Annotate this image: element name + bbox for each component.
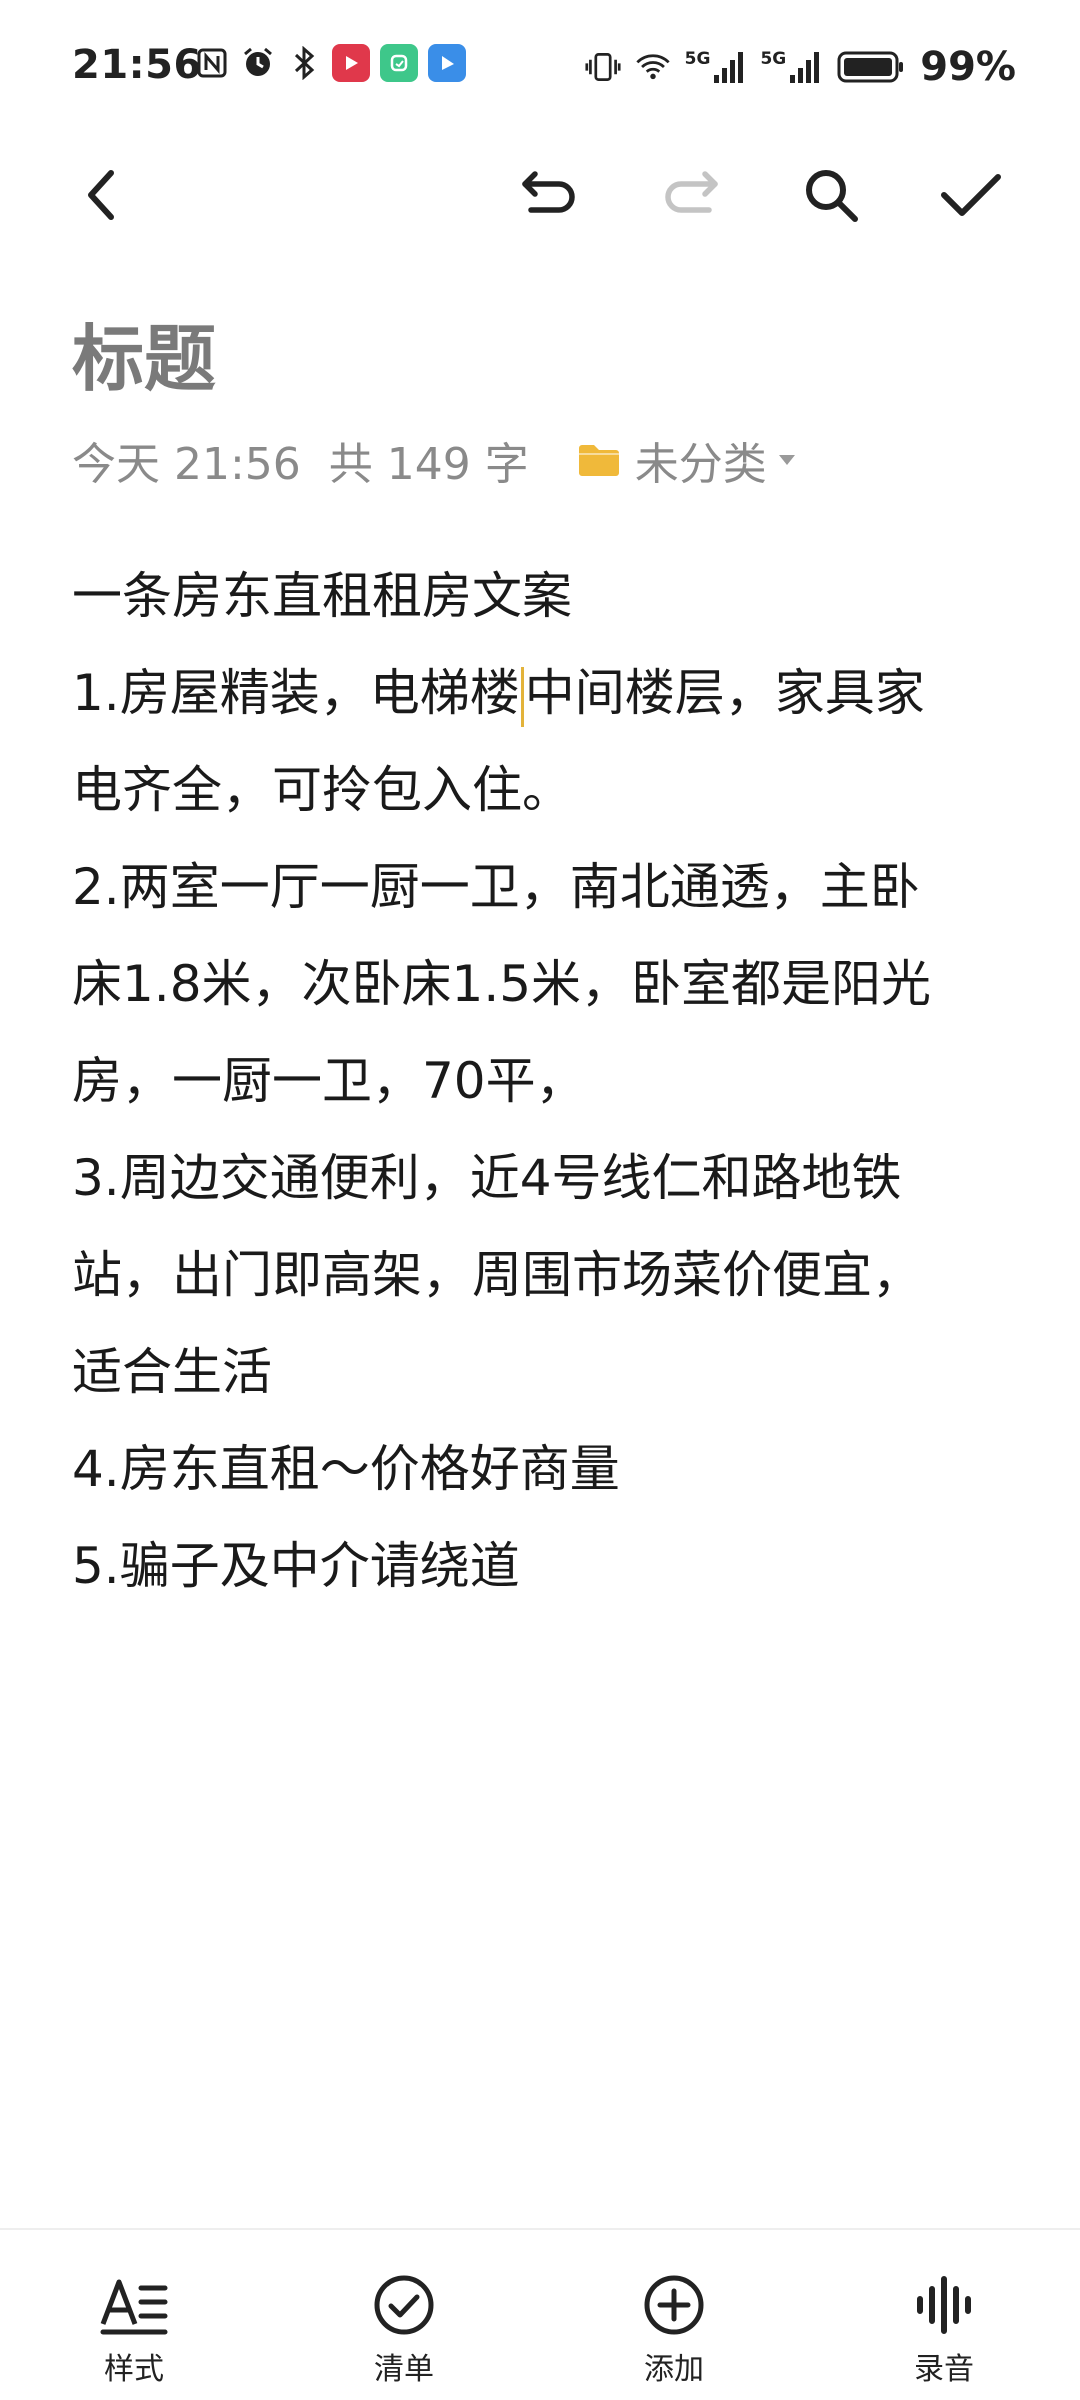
note-line: 5.骗子及中介请绕道 (72, 1537, 520, 1595)
text-style-icon (99, 2270, 169, 2340)
undo-icon (522, 171, 575, 213)
add-label: 添加 (644, 2352, 704, 2387)
back-icon (88, 170, 114, 220)
status-right-icons: 5G 5G 99% (585, 44, 1016, 90)
voice-record-button[interactable]: 录音 (844, 2230, 1044, 2400)
signal-5g-icon: 5G (685, 49, 747, 85)
note-line: 一条房东直租租房文案 (72, 567, 572, 625)
folder-icon (578, 445, 619, 476)
check-icon (941, 174, 1001, 216)
text-cursor (520, 666, 524, 727)
checklist-button[interactable]: 清单 (304, 2230, 504, 2400)
note-line: 房，一厨一卫，70平， (72, 1052, 586, 1110)
note-line: 2.两室一厅一厨一卫，南北通透，主卧 (72, 858, 920, 916)
vibrate-icon (585, 49, 621, 85)
task-app-icon (428, 44, 466, 82)
note-word-count: 共 149 字 (328, 439, 529, 490)
status-left-icons (194, 44, 466, 82)
battery-percentage: 99% (920, 44, 1016, 90)
bluetooth-icon (286, 45, 322, 81)
status-time: 21:56 (72, 42, 202, 88)
bottom-toolbar: 样式 清单 添加 录音 (0, 2228, 1080, 2400)
note-line-segment: 1.房屋精装，电梯楼 (72, 664, 520, 722)
note-meta: 今天 21:56 共 149 字 未分类 (72, 430, 797, 490)
note-title-input[interactable]: 标题 (72, 300, 216, 405)
note-line: 床1.8米，次卧床1.5米，卧室都是阳光 (72, 955, 932, 1013)
editor-toolbar (0, 150, 1080, 240)
note-line: 适合生活 (72, 1343, 272, 1401)
note-body-editor[interactable]: 一条房东直租租房文案 1.房屋精装，电梯楼 中间楼层，家具家 电齐全，可拎包入住。… (72, 548, 1012, 1615)
wifi-icon (635, 49, 671, 85)
mi-home-app-icon (380, 44, 418, 82)
folder-selector[interactable]: 未分类 (577, 428, 797, 492)
done-button[interactable] (926, 150, 1016, 240)
style-button[interactable]: 样式 (34, 2230, 234, 2400)
video-app-icon (332, 44, 370, 82)
alarm-icon (240, 45, 276, 81)
note-line-segment: 中间楼层，家具家 (524, 664, 925, 722)
style-label: 样式 (104, 2352, 164, 2387)
undo-button[interactable] (504, 150, 594, 240)
add-button[interactable]: 添加 (574, 2230, 774, 2400)
checklist-icon (369, 2270, 439, 2340)
checklist-label: 清单 (374, 2352, 434, 2387)
note-line: 站，出门即高架，周围市场菜价便宜， (72, 1246, 922, 1304)
voice-record-icon (909, 2270, 979, 2340)
search-button[interactable] (786, 150, 876, 240)
status-bar: 21:56 5G 5G 99% (0, 0, 1080, 130)
caret-down-icon (778, 455, 795, 465)
voice-record-label: 录音 (914, 2352, 974, 2387)
note-line: 4.房东直租～价格好商量 (72, 1440, 620, 1498)
folder-label: 未分类 (634, 439, 767, 490)
note-line: 电齐全，可拎包入住。 (72, 761, 572, 819)
note-line: 1.房屋精装，电梯楼 中间楼层，家具家 (72, 645, 1012, 742)
redo-button[interactable] (646, 150, 736, 240)
note-date: 今天 21:56 (72, 439, 301, 490)
search-icon (806, 170, 858, 222)
note-line: 3.周边交通便利，近4号线仁和路地铁 (72, 1149, 902, 1207)
signal-5g-icon: 5G (760, 49, 822, 85)
back-button[interactable] (58, 150, 148, 240)
battery-icon (836, 49, 906, 85)
redo-icon (665, 171, 718, 213)
nfc-icon (194, 45, 230, 81)
add-icon (639, 2270, 709, 2340)
